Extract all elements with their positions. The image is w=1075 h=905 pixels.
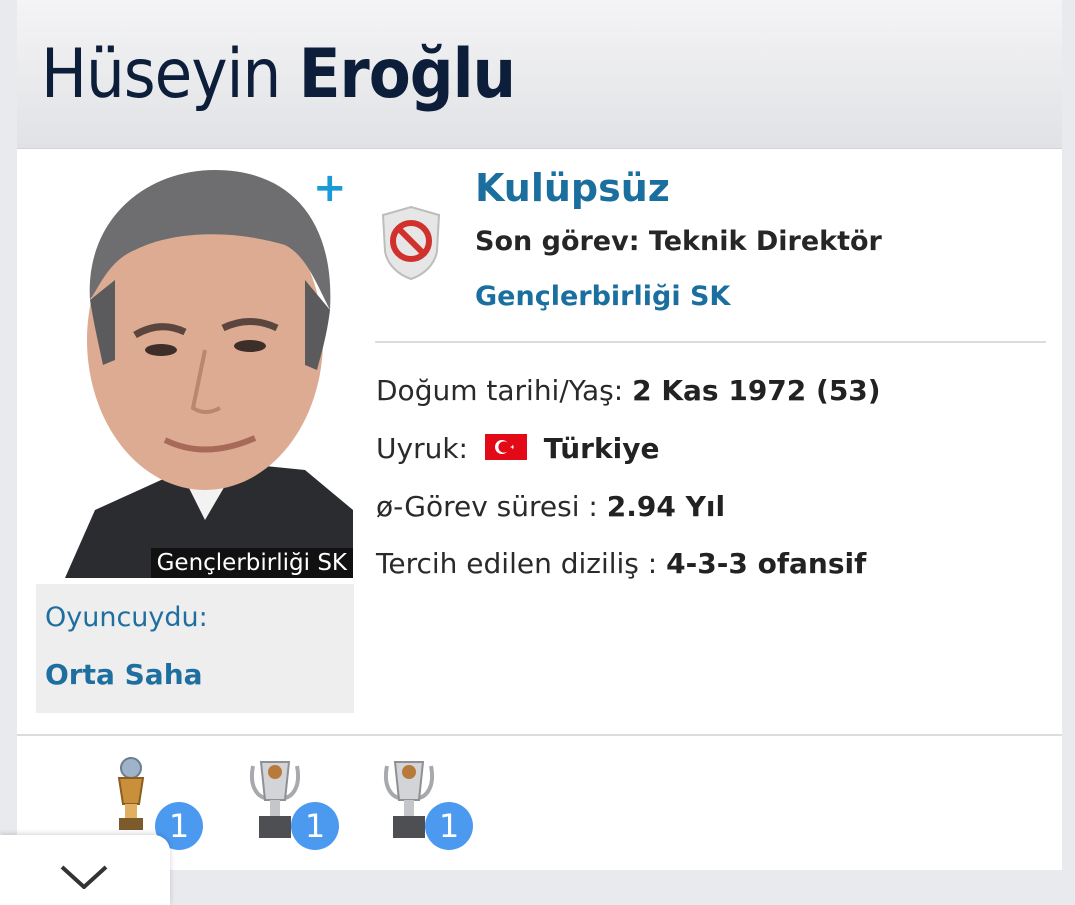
tenure-row: ø-Görev süresi : 2.94 Yıl <box>376 490 725 523</box>
profile-card: Hüseyin Eroğlu Gençlerbirliği SK + Oyunc… <box>17 0 1062 870</box>
formation-label: Tercih edilen diziliş : <box>376 547 658 580</box>
last-club-link[interactable]: Gençlerbirliği SK <box>475 281 730 312</box>
tenure-label: ø-Görev süresi : <box>376 490 598 523</box>
last-role: Son görev: Teknik Direktör <box>475 226 882 257</box>
last-name: Eroğlu <box>298 35 516 114</box>
former-player-position[interactable]: Orta Saha <box>45 658 203 691</box>
nationality-label: Uyruk: <box>376 432 468 465</box>
trophy-item[interactable]: 1 <box>245 756 355 850</box>
tenure-value: 2.94 Yıl <box>606 490 726 523</box>
coach-photo[interactable]: Gençlerbirliği SK <box>55 160 353 578</box>
trophy-item[interactable]: 1 <box>379 756 489 850</box>
photo-caption: Gençlerbirliği SK <box>150 548 353 578</box>
birth-row: Doğum tarihi/Yaş: 2 Kas 1972 (53) <box>376 374 881 407</box>
trophy-count-badge: 1 <box>291 802 339 850</box>
trophy-count-badge: 1 <box>425 802 473 850</box>
divider <box>375 341 1046 343</box>
nationality-row: Uyruk: Türkiye <box>376 432 659 465</box>
page-title: Hüseyin Eroğlu <box>41 30 516 120</box>
former-player-label: Oyuncuydu: <box>45 602 208 633</box>
former-player-box: Oyuncuydu: Orta Saha <box>36 584 354 713</box>
birth-label: Doğum tarihi/Yaş: <box>376 374 624 407</box>
collapse-toggle-button[interactable] <box>0 835 170 905</box>
birth-value: 2 Kas 1972 (53) <box>632 374 881 407</box>
profile-header: Hüseyin Eroğlu <box>17 0 1062 149</box>
turkey-flag-icon <box>484 434 527 460</box>
no-club-shield-icon <box>379 205 443 285</box>
formation-value: 4-3-3 ofansif <box>666 547 867 580</box>
trophy-gold-icon <box>117 757 145 830</box>
portrait-image <box>65 170 353 578</box>
formation-row: Tercih edilen diziliş : 4-3-3 ofansif <box>376 547 866 580</box>
club-status: Kulüpsüz <box>475 166 670 210</box>
chevron-down-icon <box>60 865 108 890</box>
nationality-value: Türkiye <box>543 432 660 465</box>
divider <box>17 734 1062 736</box>
plus-icon[interactable]: + <box>313 168 347 208</box>
first-name: Hüseyin <box>41 35 281 114</box>
